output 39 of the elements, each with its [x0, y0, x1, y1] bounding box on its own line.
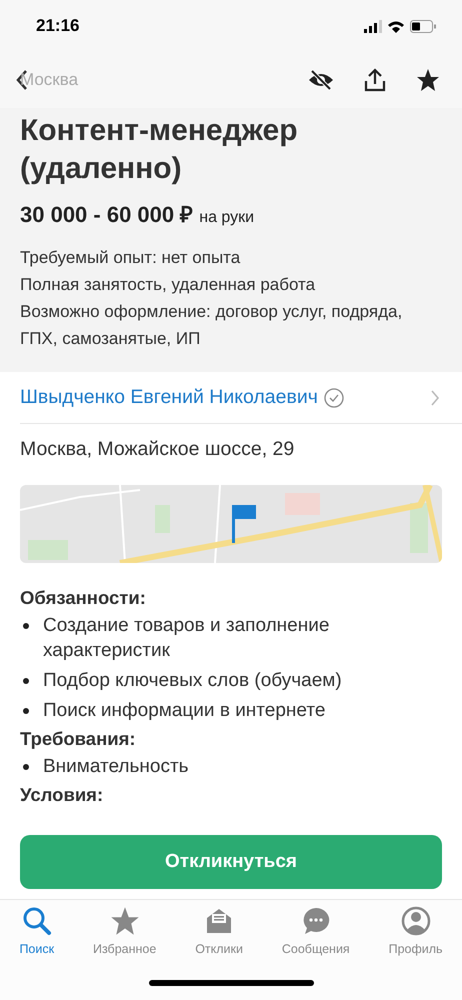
chat-bubble-icon: [300, 906, 331, 936]
status-time: 21:16: [36, 16, 80, 36]
address: Москва, Можайское шоссе, 29: [19, 437, 296, 462]
bullet-icon: [23, 678, 29, 684]
apply-button[interactable]: Откликнуться: [20, 835, 442, 889]
vacancy-detail: Возможно оформление: договор услуг, подряда, ГПХ, самозанятые, ИП: [20, 301, 404, 350]
employer-name[interactable]: Швыдченко Евгений Николаевич: [20, 386, 318, 409]
salary: 30 000 - 60 000 ₽: [20, 201, 194, 228]
vacancy-detail: Требуемый опыт: нет опыта: [20, 247, 242, 269]
chevron-right-icon: [430, 388, 440, 406]
tab[interactable]: Профиль: [386, 906, 445, 956]
star-icon: [110, 906, 140, 936]
section-heading: Требования:: [20, 727, 137, 751]
list-item: Создание товаров и заполнение характеристик: [43, 614, 330, 663]
vacancy-title: Контент-менеджер (удаленно): [20, 113, 299, 187]
search-icon: [22, 906, 52, 936]
tab[interactable]: Сообщения: [280, 906, 352, 956]
list-item: Поиск информации в интернете: [43, 699, 326, 723]
tab[interactable]: Отклики: [193, 906, 245, 956]
section-heading: Обязанности:: [20, 586, 147, 610]
profile-icon: [400, 906, 431, 936]
back-button[interactable]: Москва: [16, 69, 78, 91]
list-item: Внимательность: [43, 755, 189, 779]
vacancy-detail: Полная занятость, удаленная работа: [20, 274, 316, 296]
bullet-icon: [23, 623, 29, 629]
tab[interactable]: Поиск: [17, 906, 56, 956]
battery-icon: [410, 20, 436, 32]
bullet-icon: [23, 764, 29, 770]
signal-icon: [364, 20, 382, 32]
wifi-icon: [388, 20, 404, 32]
bullet-icon: [23, 708, 29, 714]
section-heading: Условия:: [20, 783, 104, 807]
tab[interactable]: Избранное: [90, 906, 158, 956]
share-icon[interactable]: [364, 68, 386, 92]
salary-note: на руки: [199, 209, 254, 227]
list-item: Подбор ключевых слов (обучаем): [43, 669, 342, 693]
hide-icon[interactable]: [308, 69, 334, 91]
star-icon[interactable]: [416, 68, 440, 92]
employer-row[interactable]: Швыдченко Евгений Николаевич: [20, 372, 462, 424]
